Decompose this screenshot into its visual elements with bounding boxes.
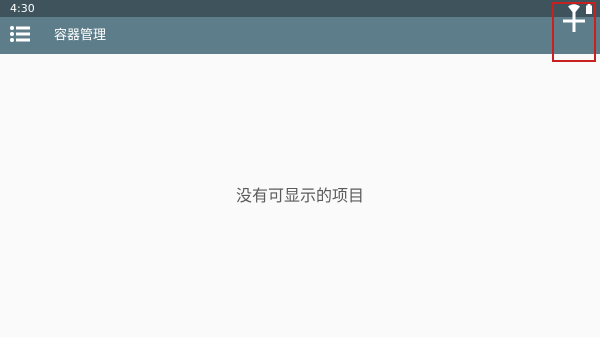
app-bar: 容器管理: [0, 17, 600, 54]
add-button[interactable]: [552, 2, 596, 62]
page-title: 容器管理: [54, 28, 107, 43]
list-menu-icon: [10, 25, 30, 47]
menu-button[interactable]: [8, 24, 32, 48]
status-time: 4:30: [10, 2, 35, 15]
plus-icon: [563, 10, 585, 36]
status-bar: 4:30: [0, 0, 600, 17]
empty-state-message: 没有可显示的项目: [235, 186, 364, 205]
